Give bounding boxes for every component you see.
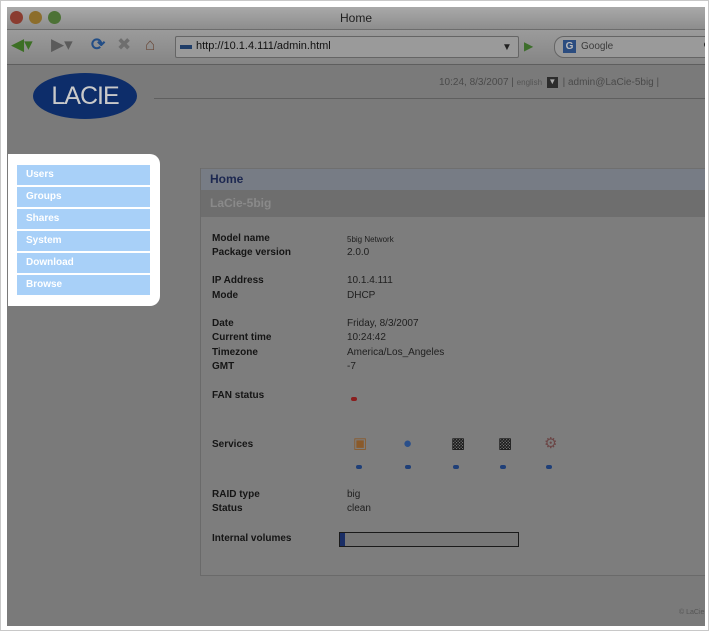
web-page: LACIE 10:24, 8/3/2007 | english ▼ | admi…: [7, 65, 705, 626]
upnp-service-led: [546, 465, 552, 469]
package-version-value: 2.0.0: [347, 247, 370, 258]
panel-header: Home: [201, 168, 705, 190]
timezone-label: Timezone: [212, 347, 258, 358]
header-status: 10:24, 8/3/2007 | english ▼ | admin@LaCi…: [439, 77, 659, 88]
home-icon[interactable]: ⌂: [145, 35, 155, 55]
lacie-logo: LACIE: [33, 73, 137, 119]
model-name-label: Model name: [212, 233, 270, 244]
services-label: Services: [212, 439, 254, 450]
browser-toolbar: ◀▾ ▶▾ ⟳ ✖ ⌂ http://10.1.4.111/admin.html…: [7, 30, 705, 65]
current-time-value: 10:24:42: [347, 332, 386, 343]
date-value: Friday, 8/3/2007: [347, 318, 419, 329]
windows-service-led: [356, 465, 362, 469]
google-search-engine-icon[interactable]: G: [563, 40, 576, 53]
sidebar-item-system[interactable]: System: [17, 231, 150, 251]
raid-type-label: RAID type: [212, 489, 260, 500]
apple-service-led: [405, 465, 411, 469]
sidebar-item-browse[interactable]: Browse: [17, 275, 150, 295]
sidebar-item-groups[interactable]: Groups: [17, 187, 150, 207]
status-label: Status: [212, 503, 243, 514]
address-bar[interactable]: http://10.1.4.111/admin.html: [175, 36, 519, 58]
timezone-value: America/Los_Angeles: [347, 347, 445, 358]
current-time-label: Current time: [212, 332, 272, 343]
fan-status-label: FAN status: [212, 390, 265, 401]
home-panel: Home LaCie-5big Model name 5big Network …: [200, 168, 705, 576]
model-name-value: 5big Network: [347, 235, 394, 244]
search-placeholder[interactable]: Google: [581, 41, 613, 52]
browser-window: Home ◀▾ ▶▾ ⟳ ✖ ⌂ http://10.1.4.111/admin…: [7, 7, 705, 626]
forward-arrow-icon[interactable]: ▶▾: [51, 35, 73, 55]
mode-label: Mode: [212, 290, 239, 301]
title-bar: Home: [7, 7, 705, 30]
chevron-down-icon[interactable]: ▼: [502, 42, 512, 53]
date-label: Date: [212, 318, 234, 329]
mode-value: DHCP: [347, 290, 376, 301]
go-icon[interactable]: ▶: [524, 39, 533, 53]
reload-icon[interactable]: ⟳: [91, 35, 105, 55]
sidebar-item-download[interactable]: Download: [17, 253, 150, 273]
gmt-value: -7: [347, 361, 356, 372]
status-value: clean: [347, 503, 371, 514]
window-title: Home: [339, 11, 372, 25]
internal-volumes-bar: [339, 532, 519, 547]
copyright-text: © LaCie: [679, 609, 705, 616]
site-favicon-icon: [180, 45, 192, 49]
back-arrow-icon[interactable]: ◀▾: [11, 35, 33, 55]
header-divider: [154, 98, 705, 99]
upnp-icon[interactable]: ⚙: [544, 435, 557, 453]
header-user[interactable]: | admin@LaCie-5big |: [563, 77, 660, 88]
ftp-service-led: [453, 465, 459, 469]
panel-subheader: LaCie-5big: [201, 190, 705, 217]
ip-address-label: IP Address: [212, 275, 264, 286]
search-bar[interactable]: G Google ⚲: [554, 36, 705, 58]
http-icon[interactable]: ▩: [498, 435, 512, 453]
panel-title: Home: [210, 172, 244, 186]
search-icon[interactable]: ⚲: [703, 39, 705, 53]
language-select[interactable]: english: [517, 78, 542, 87]
internal-volumes-fill: [340, 533, 346, 546]
device-name: LaCie-5big: [210, 196, 272, 210]
ip-address-value: 10.1.4.111: [347, 275, 393, 286]
language-dropdown-icon[interactable]: ▼: [546, 77, 558, 88]
sidebar: Users Groups Shares System Download Brow…: [8, 154, 160, 306]
gmt-label: GMT: [212, 361, 235, 372]
windows-icon[interactable]: ▣: [353, 435, 367, 453]
sidebar-item-shares[interactable]: Shares: [17, 209, 150, 229]
raid-type-value: big: [347, 489, 361, 500]
stop-icon[interactable]: ✖: [117, 35, 131, 55]
apple-icon[interactable]: ●: [403, 435, 412, 453]
address-text[interactable]: http://10.1.4.111/admin.html: [196, 40, 331, 52]
http-service-led: [500, 465, 506, 469]
internal-volumes-label: Internal volumes: [212, 533, 292, 544]
header-timestamp: 10:24, 8/3/2007 |: [439, 77, 514, 89]
ftp-icon[interactable]: ▩: [451, 435, 465, 453]
package-version-label: Package version: [212, 247, 291, 258]
fan-status-led: [351, 397, 357, 401]
sidebar-item-users[interactable]: Users: [17, 165, 150, 185]
